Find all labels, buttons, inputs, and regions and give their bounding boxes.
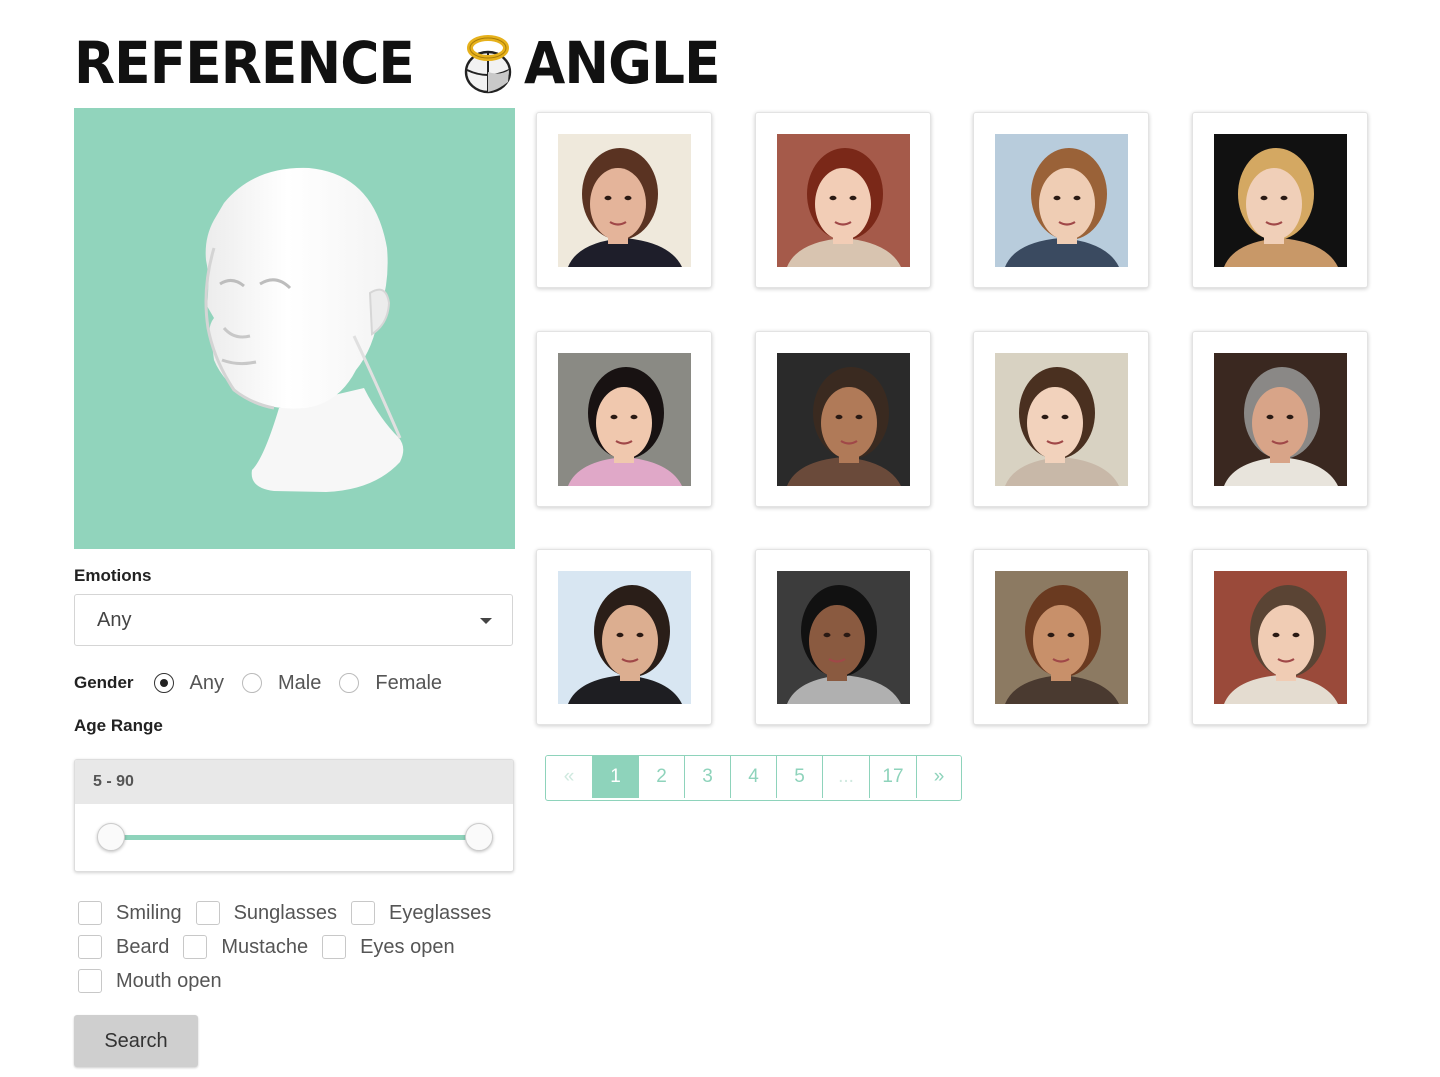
pagination-next-button[interactable]: » bbox=[917, 756, 961, 798]
check-mouth-open[interactable]: Mouth open bbox=[78, 969, 222, 993]
checkbox-label: Sunglasses bbox=[233, 901, 337, 924]
gender-option-male[interactable]: Male bbox=[242, 672, 321, 695]
checkbox[interactable] bbox=[78, 969, 102, 993]
emotions-select[interactable]: Any bbox=[74, 594, 513, 646]
age-range-value: 5 - 90 bbox=[75, 760, 513, 804]
checkbox-label: Smiling bbox=[116, 901, 182, 924]
gender-option-label: Any bbox=[189, 671, 224, 694]
face-result-card[interactable] bbox=[536, 549, 712, 725]
radio-any[interactable] bbox=[153, 673, 174, 693]
pagination-page-5[interactable]: 5 bbox=[777, 756, 823, 798]
logo-word-angle: ANGLE bbox=[523, 29, 721, 97]
emotions-label: Emotions bbox=[74, 566, 152, 585]
face-photo-icon bbox=[1213, 352, 1347, 486]
face-result-card[interactable] bbox=[754, 549, 931, 725]
checkbox-label: Mustache bbox=[221, 935, 309, 958]
face-photo-icon bbox=[776, 134, 910, 267]
face-result-card[interactable] bbox=[973, 112, 1149, 288]
app-logo[interactable]: REFERENCE ANGLE bbox=[74, 28, 736, 98]
face-photo-icon bbox=[558, 134, 691, 267]
pagination-page-4[interactable]: 4 bbox=[731, 756, 777, 798]
checkbox-row: Mouth open bbox=[78, 964, 518, 998]
gender-option-label: Female bbox=[375, 671, 443, 694]
gender-label: Gender bbox=[74, 673, 134, 692]
checkbox-label: Eyeglasses bbox=[388, 901, 492, 924]
age-range-track[interactable] bbox=[111, 835, 479, 840]
gender-option-label: Male bbox=[278, 671, 322, 694]
pagination: «1 2 3 4 5... 17» bbox=[545, 755, 962, 801]
pagination-page-2[interactable]: 2 bbox=[639, 756, 685, 798]
face-result-card[interactable] bbox=[536, 330, 712, 507]
pagination-page-3[interactable]: 3 bbox=[685, 756, 731, 798]
face-photo-icon bbox=[995, 352, 1128, 486]
checkbox[interactable] bbox=[78, 901, 102, 925]
emotions-selected-value: Any bbox=[97, 608, 132, 631]
face-result-card[interactable] bbox=[1191, 112, 1368, 288]
face-photo-icon bbox=[776, 571, 910, 704]
face-photo-icon bbox=[558, 352, 691, 486]
check-smiling[interactable]: Smiling bbox=[78, 901, 182, 925]
head-model-icon bbox=[204, 167, 404, 492]
age-min-handle[interactable] bbox=[97, 823, 125, 851]
check-mustache[interactable]: Mustache bbox=[183, 935, 308, 959]
gender-radio-group: Gender Any Male Female bbox=[74, 668, 460, 698]
logo-word-reference: REFERENCE bbox=[74, 29, 415, 97]
checkbox[interactable] bbox=[78, 935, 102, 959]
age-range-slider: 5 - 90 bbox=[74, 759, 514, 872]
radio-male[interactable] bbox=[242, 673, 262, 693]
checkbox[interactable] bbox=[322, 935, 347, 959]
search-button[interactable]: Search bbox=[74, 1015, 198, 1067]
checkbox-label: Eyes open bbox=[360, 935, 455, 958]
face-result-card[interactable] bbox=[973, 330, 1149, 507]
check-eyes-open[interactable]: Eyes open bbox=[322, 935, 455, 959]
face-photo-icon bbox=[995, 571, 1128, 704]
check-beard[interactable]: Beard bbox=[78, 935, 169, 959]
checkbox-label: Mouth open bbox=[116, 969, 222, 992]
face-result-card[interactable] bbox=[1191, 549, 1368, 725]
age-range-label: Age Range bbox=[74, 716, 163, 735]
checkbox-row: Smiling Sunglasses Eyeglasses bbox=[78, 896, 518, 930]
check-eyeglasses[interactable]: Eyeglasses bbox=[350, 901, 492, 925]
face-result-card[interactable] bbox=[754, 330, 931, 507]
pagination-ellipsis: ... bbox=[823, 756, 870, 798]
face-photo-icon bbox=[995, 134, 1128, 267]
face-result-card[interactable] bbox=[754, 112, 931, 288]
face-photo-icon bbox=[1213, 134, 1347, 267]
checkbox[interactable] bbox=[195, 901, 220, 925]
gender-option-female[interactable]: Female bbox=[339, 672, 442, 695]
gender-option-any[interactable]: Any bbox=[153, 671, 224, 695]
face-result-card[interactable] bbox=[536, 112, 712, 288]
face-result-card[interactable] bbox=[1191, 330, 1368, 507]
pagination-page-17[interactable]: 17 bbox=[870, 756, 917, 798]
checkbox-label: Beard bbox=[116, 935, 170, 958]
checkbox-row: Beard Mustache Eyes open bbox=[78, 930, 518, 964]
check-sunglasses[interactable]: Sunglasses bbox=[195, 901, 337, 925]
pagination-prev-button[interactable]: « bbox=[546, 756, 593, 798]
chevron-down-icon bbox=[480, 618, 492, 624]
head-3d-viewer[interactable] bbox=[74, 108, 515, 549]
checkbox[interactable] bbox=[183, 935, 208, 959]
face-photo-icon bbox=[1213, 571, 1347, 704]
pagination-page-1[interactable]: 1 bbox=[593, 756, 639, 798]
face-photo-icon bbox=[776, 352, 910, 486]
face-result-card[interactable] bbox=[973, 549, 1149, 725]
radio-female[interactable] bbox=[339, 673, 360, 693]
checkbox[interactable] bbox=[350, 901, 375, 925]
age-max-handle[interactable] bbox=[465, 823, 493, 851]
attribute-checkboxes: Smiling Sunglasses Eyeglasses Beard Must… bbox=[78, 896, 518, 998]
face-photo-icon bbox=[558, 571, 691, 704]
logo-mannequin-icon bbox=[464, 35, 511, 94]
